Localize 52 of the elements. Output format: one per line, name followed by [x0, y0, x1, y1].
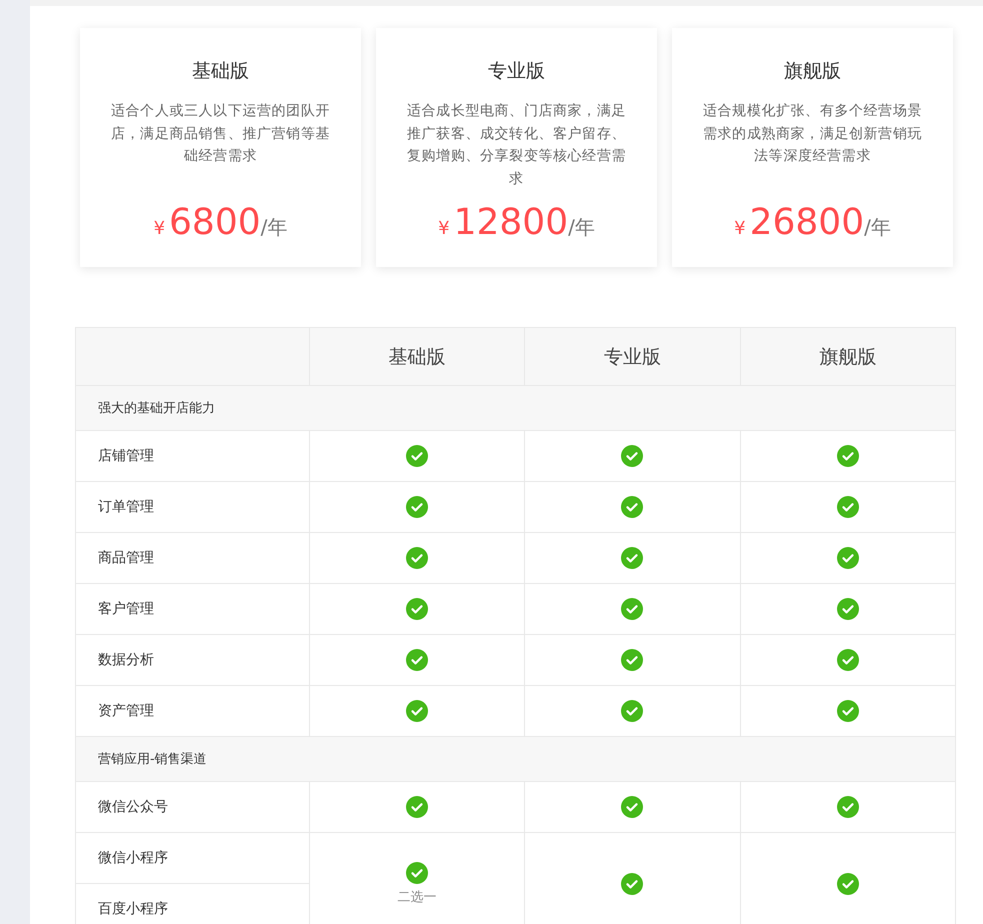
feature-name: 微信小程序	[76, 832, 310, 884]
check-icon	[406, 796, 428, 818]
plan-description: 适合规模化扩张、有多个经营场景需求的成熟商家，满足创新营销玩法等深度经营需求	[702, 102, 923, 166]
check-icon	[621, 796, 644, 818]
check-icon	[836, 547, 859, 569]
plan-description: 适合个人或三人以下运营的团队开店，满足商品销售、推广营销等基础经营需求	[110, 102, 331, 166]
check-icon	[621, 445, 644, 467]
check-icon	[836, 445, 859, 467]
check-icon	[621, 598, 644, 620]
plan-title: 专业版	[488, 59, 545, 84]
check-icon	[406, 445, 428, 467]
check-icon	[621, 700, 644, 722]
check-icon	[836, 872, 859, 894]
section-title: 营销应用-销售渠道	[76, 736, 956, 782]
check-icon	[836, 700, 859, 722]
check-icon	[621, 872, 644, 894]
check-icon	[406, 496, 428, 518]
column-header: 基础版	[310, 328, 525, 386]
check-icon	[406, 700, 428, 722]
column-header: 专业版	[524, 328, 740, 386]
check-icon	[406, 598, 428, 620]
column-header: 旗舰版	[740, 328, 956, 386]
feature-name: 店铺管理	[76, 430, 310, 482]
plan-description: 适合成长型电商、门店商家，满足推广获客、成交转化、客户留存、复购增购、分享裂变等核心经营需求	[406, 102, 627, 188]
check-icon	[406, 862, 428, 884]
price-unit: /年	[864, 214, 891, 241]
currency-sign: ¥	[154, 218, 166, 239]
check-icon	[836, 496, 859, 518]
check-icon	[836, 796, 859, 818]
price-unit: /年	[260, 214, 288, 241]
feature-name: 客户管理	[76, 584, 310, 634]
section-title: 强大的基础开店能力	[76, 386, 956, 430]
plan-price: 12800	[454, 202, 568, 243]
check-icon	[836, 598, 859, 620]
plan-title: 基础版	[192, 59, 249, 84]
cell-note: 二选一	[398, 888, 437, 906]
check-icon	[621, 496, 644, 518]
plan-price: 26800	[750, 202, 864, 243]
feature-name: 商品管理	[76, 532, 310, 584]
plan-price: 6800	[169, 202, 261, 243]
check-icon	[406, 649, 428, 671]
currency-sign: ¥	[734, 218, 746, 239]
check-icon	[406, 547, 428, 569]
feature-name: 数据分析	[76, 634, 310, 686]
price-unit: /年	[568, 214, 595, 241]
plan-title: 旗舰版	[784, 59, 841, 84]
check-icon	[621, 649, 644, 671]
check-icon	[836, 649, 859, 671]
currency-sign: ¥	[438, 218, 450, 239]
feature-name: 订单管理	[76, 482, 310, 532]
check-icon	[621, 547, 644, 569]
feature-name: 微信公众号	[76, 782, 310, 832]
